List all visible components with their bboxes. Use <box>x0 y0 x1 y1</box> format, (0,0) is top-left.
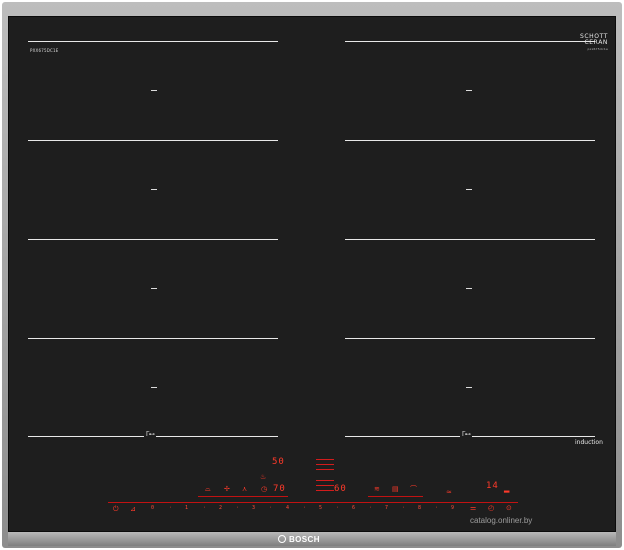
scale-dot[interactable]: · <box>369 505 372 511</box>
fan-icon[interactable]: ✢ <box>224 486 230 493</box>
hot-icon[interactable]: ≋ <box>374 486 380 493</box>
model-label: PXX675DC1E <box>30 48 59 53</box>
grid-icon[interactable]: ▤ <box>392 486 399 493</box>
stopwatch-icon[interactable]: ⊙ <box>506 505 512 512</box>
scale-1[interactable]: 1 <box>185 505 188 511</box>
cooktop-frame <box>2 2 622 548</box>
scale-4[interactable]: 4 <box>286 505 289 511</box>
scale-6[interactable]: 6 <box>352 505 355 511</box>
display-mid: 60 <box>334 484 347 494</box>
power-icon[interactable]: ⏻ <box>113 506 119 513</box>
slider-line-upper-left <box>198 496 288 497</box>
scale-dot[interactable]: · <box>336 505 339 511</box>
sensor-icon[interactable]: ⌒ <box>410 486 417 493</box>
scale-5[interactable]: 5 <box>319 505 322 511</box>
zone-marker-left-3[interactable] <box>151 288 157 289</box>
scale-2[interactable]: 2 <box>219 505 222 511</box>
zone-line-right-4 <box>345 338 595 339</box>
timer-display: 14 <box>486 481 499 491</box>
childlock-icon[interactable]: ⊿ <box>130 506 136 513</box>
scale-dot[interactable]: · <box>169 505 172 511</box>
watermark-text: catalog.onliner.by <box>470 516 533 525</box>
wifi-icon[interactable]: ≈ <box>446 489 452 496</box>
zone-marker-left-1[interactable] <box>151 90 157 91</box>
zone-marker-right-3[interactable] <box>466 288 472 289</box>
zone-line-right-2 <box>345 140 595 141</box>
brand-name: BOSCH <box>289 535 320 544</box>
level-bars-mid <box>316 480 334 495</box>
flex-zone-icon-left: ᒥ⊷ <box>144 431 157 438</box>
zone-line-left-1 <box>28 41 278 42</box>
flame-icon[interactable]: ♨ <box>260 474 266 481</box>
grill-icon[interactable]: ⋏ <box>242 486 247 493</box>
scale-0[interactable]: 0 <box>151 505 154 511</box>
flex-zone-icon-right: ᒥ⊷ <box>460 431 473 438</box>
scale-dot[interactable]: · <box>402 505 405 511</box>
scale-3[interactable]: 3 <box>252 505 255 511</box>
zone-line-left-4 <box>28 338 278 339</box>
zone-marker-left-4[interactable] <box>151 387 157 388</box>
zone-marker-right-1[interactable] <box>466 90 472 91</box>
scale-8[interactable]: 8 <box>418 505 421 511</box>
zone-line-right-3 <box>345 239 595 240</box>
scale-7[interactable]: 7 <box>385 505 388 511</box>
cooktop-glass <box>8 16 616 532</box>
schott-ceran-logo: SCHOTT CERAN pxx675dc1e <box>580 34 608 52</box>
timer-icon[interactable]: ◴ <box>488 505 494 512</box>
zone-line-left-2 <box>28 140 278 141</box>
clock-icon[interactable]: ◷ <box>261 486 267 493</box>
scale-dot[interactable]: · <box>303 505 306 511</box>
zone-marker-right-2[interactable] <box>466 189 472 190</box>
zone-marker-right-4[interactable] <box>466 387 472 388</box>
bosch-logo-icon <box>278 535 286 543</box>
scale-dot[interactable]: · <box>236 505 239 511</box>
wok-icon[interactable]: ⌓ <box>205 486 211 493</box>
scale-9[interactable]: 9 <box>451 505 454 511</box>
display-top: 50 <box>272 457 285 467</box>
schott-sub-text: pxx675dc1e <box>587 47 608 51</box>
zone-line-left-3 <box>28 239 278 240</box>
induction-label: induction <box>575 439 603 446</box>
display-left: 70 <box>273 484 286 494</box>
level-bars-top <box>316 459 334 474</box>
zone-line-right-1 <box>345 41 595 42</box>
slider-line-upper-right <box>368 496 423 497</box>
timer-bar-icon: ▂ <box>504 485 510 493</box>
power-slider-track[interactable] <box>108 502 518 503</box>
scale-dot[interactable]: · <box>269 505 272 511</box>
zone-marker-left-2[interactable] <box>151 189 157 190</box>
settings-icon[interactable]: ⚌ <box>470 505 476 512</box>
scale-dot[interactable]: · <box>435 505 438 511</box>
scale-dot[interactable]: · <box>203 505 206 511</box>
